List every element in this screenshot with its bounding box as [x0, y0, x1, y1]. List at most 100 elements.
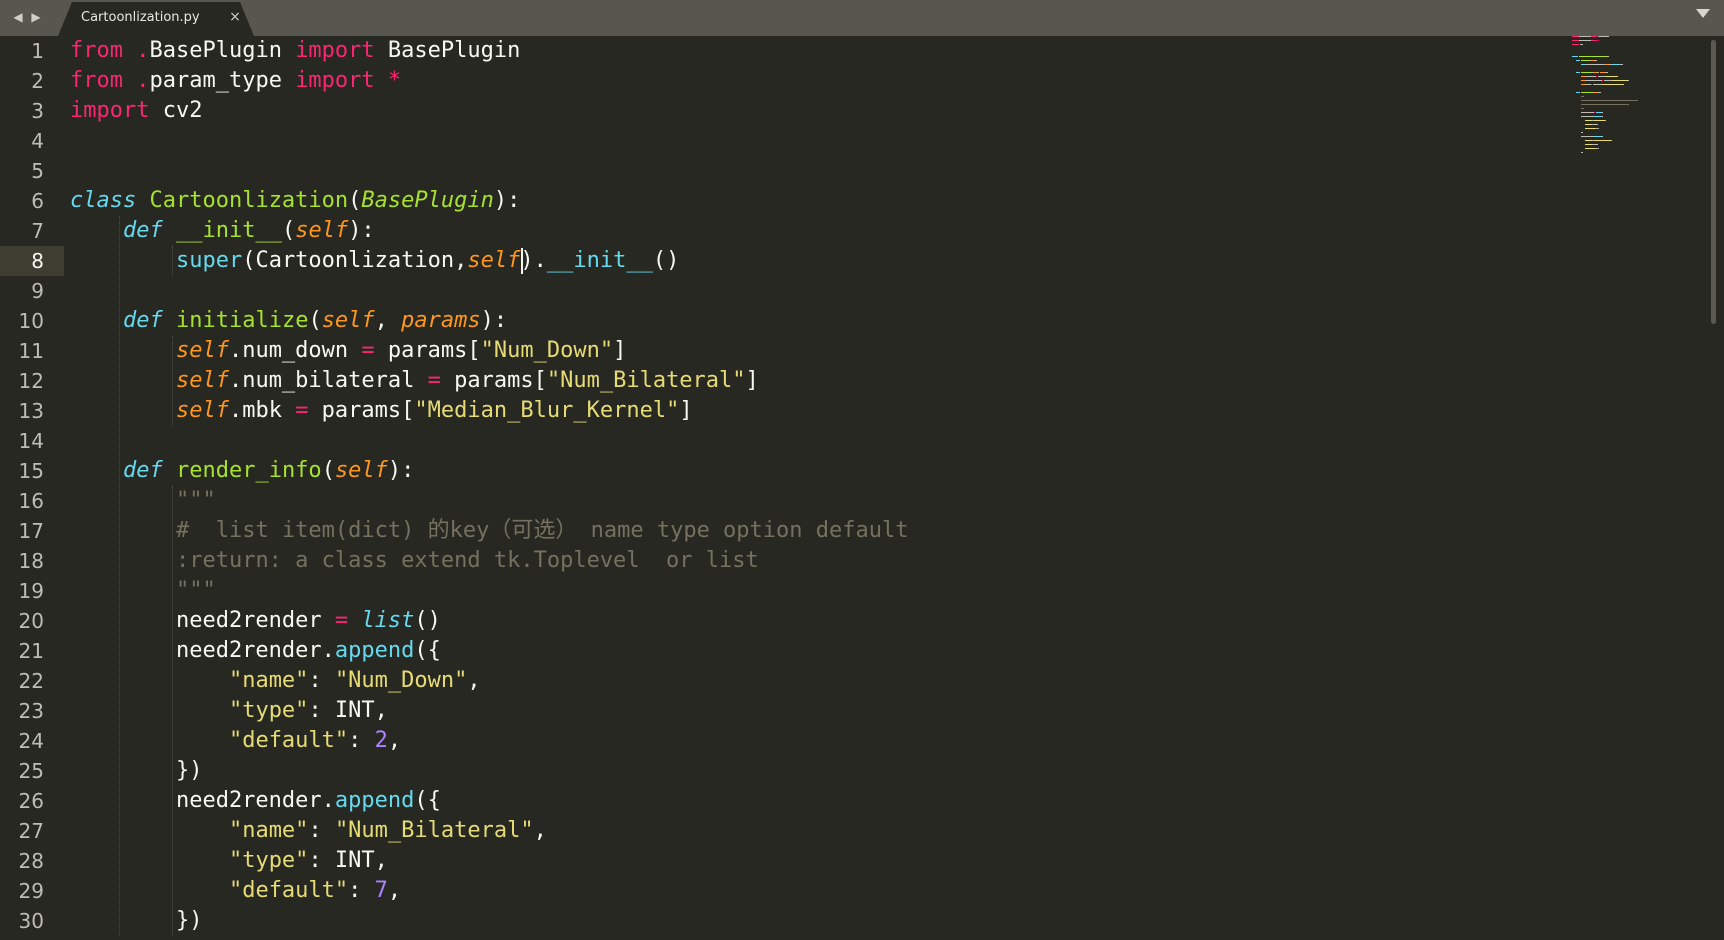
- code-line[interactable]: def __init__(self):: [70, 216, 375, 246]
- code-line[interactable]: need2render = list(): [70, 606, 441, 636]
- code-line[interactable]: super(Cartoonlization,self).__init__(): [70, 246, 679, 276]
- code-line[interactable]: "name": "Num_Down",: [70, 666, 481, 696]
- tab-cartoonlization-py[interactable]: Cartoonlization.py ×: [58, 2, 254, 36]
- minimap-mark: [1580, 72, 1592, 73]
- minimap-mark: [1585, 144, 1592, 145]
- tab-close-icon[interactable]: ×: [228, 9, 242, 25]
- line-number: 9: [31, 279, 44, 303]
- code-token: (): [652, 248, 680, 273]
- code-line[interactable]: import cv2: [70, 96, 202, 126]
- code-line[interactable]: self.num_down = params["Num_Down"]: [70, 336, 626, 366]
- minimap-mark: [1580, 152, 1583, 153]
- line-number: 8: [31, 249, 44, 273]
- minimap-mark: [1592, 84, 1601, 85]
- code-token: __init__: [546, 248, 653, 273]
- scrollbar-thumb[interactable]: [1711, 40, 1716, 324]
- code-token: """: [175, 578, 216, 603]
- minimap-mark: [1580, 104, 1630, 105]
- minimap-mark: [1622, 84, 1624, 85]
- code-token: ({: [414, 638, 441, 663]
- minimap-mark: [1610, 140, 1612, 141]
- minimap-mark: [1578, 56, 1596, 57]
- code-token: __init__: [175, 218, 282, 243]
- code-editor[interactable]: 1 2 3 4 5 6 7 8 9 10 11 12 13 14 15 16 17 18 19 20 21 22 23 24 2…: [0, 36, 1724, 940]
- code-line[interactable]: self.mbk = params["Median_Blur_Kernel"]: [70, 396, 693, 426]
- code-line[interactable]: class Cartoonlization(BasePlugin):: [70, 186, 520, 216]
- minimap-mark: [1607, 56, 1610, 57]
- code-token: "type": [228, 848, 309, 873]
- minimap-mark: [1586, 64, 1605, 65]
- tab-forward-icon[interactable]: ▶: [28, 6, 44, 28]
- code-token: ).: [520, 248, 547, 273]
- code-token: "name": [228, 818, 309, 843]
- line-number: 14: [18, 429, 44, 453]
- minimap-mark: [1590, 84, 1592, 85]
- minimap-mark: [1585, 148, 1596, 149]
- code-line[interactable]: """: [70, 486, 216, 516]
- code-line[interactable]: }): [70, 756, 203, 786]
- line-number: 24: [18, 729, 44, 753]
- editor-window: ◀ ▶ Cartoonlization.py × 1 2 3 4 5 6 7 8 9 10 11 12…: [0, 0, 1724, 940]
- code-token: ):: [480, 308, 508, 333]
- minimap-mark: [1600, 84, 1623, 85]
- code-line[interactable]: def render_info(self):: [70, 456, 414, 486]
- minimap-mark: [1585, 80, 1602, 81]
- code-token: ]: [679, 398, 693, 423]
- minimap-mark: [1591, 144, 1599, 145]
- code-token: .: [136, 38, 150, 63]
- code-line[interactable]: from .BasePlugin import BasePlugin: [70, 36, 520, 66]
- minimap-mark: [1596, 76, 1598, 77]
- minimap-mark: [1580, 136, 1594, 137]
- code-token: params[: [308, 398, 415, 423]
- code-line[interactable]: "type": INT,: [70, 696, 388, 726]
- minimap-mark: [1580, 116, 1594, 117]
- code-token: import: [295, 38, 375, 63]
- code-token: "default": [228, 878, 349, 903]
- code-line[interactable]: "type": INT,: [70, 846, 388, 876]
- line-number: 11: [18, 339, 44, 363]
- code-token: need2render.: [70, 638, 335, 663]
- tab-list-dropdown-icon[interactable]: [1696, 9, 1710, 18]
- minimap-mark: [1580, 92, 1593, 93]
- minimap-mark: [1600, 112, 1603, 113]
- code-token: :: [308, 668, 335, 693]
- code-token: append: [334, 638, 415, 663]
- indent-guide: [172, 336, 174, 426]
- minimap-mark: [1606, 72, 1609, 73]
- code-token: self: [334, 458, 388, 483]
- minimap-mark: [1594, 112, 1596, 113]
- code-token: self: [175, 338, 229, 363]
- code-token: : INT,: [308, 848, 388, 873]
- minimap-mark: [1598, 148, 1600, 149]
- code-token: "Num_Down": [480, 338, 614, 363]
- code-line[interactable]: # list item(dict) 的key（可选） name type opt…: [70, 516, 909, 546]
- code-line[interactable]: need2render.append({: [70, 786, 441, 816]
- line-number: 21: [18, 639, 44, 663]
- code-line[interactable]: """: [70, 576, 216, 606]
- code-line[interactable]: def initialize(self, params):: [70, 306, 507, 336]
- tab-title: Cartoonlization.py: [81, 10, 200, 25]
- code-token: cv2: [149, 98, 203, 123]
- code-line[interactable]: "name": "Num_Bilateral",: [70, 816, 547, 846]
- code-token: from: [70, 38, 137, 63]
- tab-back-icon[interactable]: ◀: [10, 6, 26, 28]
- code-line[interactable]: need2render.append({: [70, 636, 441, 666]
- code-token: BasePlugin: [149, 38, 296, 63]
- minimap-mark: [1598, 40, 1600, 41]
- minimap-mark: [1620, 64, 1623, 65]
- minimap-mark: [1580, 132, 1583, 133]
- minimap[interactable]: [1572, 36, 1702, 206]
- code-line[interactable]: from .param_type import *: [70, 66, 401, 96]
- code-line[interactable]: }): [70, 906, 203, 936]
- code-token: Cartoonlization: [149, 188, 349, 213]
- minimap-mark: [1611, 80, 1629, 81]
- minimap-mark: [1600, 136, 1603, 137]
